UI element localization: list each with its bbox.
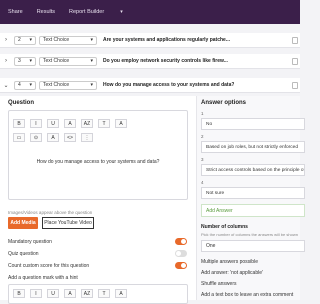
- question-index: 2: [18, 37, 21, 43]
- answer-option-input[interactable]: Not sure: [201, 187, 305, 199]
- question-type: Text Choice: [43, 82, 70, 88]
- bold-button[interactable]: B: [13, 119, 25, 128]
- text-style-button[interactable]: T: [98, 289, 110, 298]
- highlight-button[interactable]: A: [115, 289, 127, 298]
- bold-button[interactable]: B: [13, 289, 25, 298]
- font-size-button[interactable]: AZ: [81, 289, 93, 298]
- row-handle[interactable]: [292, 58, 298, 65]
- answer-options-panel: Answer options 1 No 2 Based on job roles…: [196, 96, 305, 300]
- columns-label: Number of columns: [201, 224, 248, 230]
- columns-hint: Pick the number of columns the answers w…: [201, 232, 298, 237]
- answer-index: 1: [201, 111, 204, 116]
- text-format-button[interactable]: A: [47, 133, 59, 142]
- toggle-knob: [181, 239, 186, 244]
- toggle-knob: [181, 263, 186, 268]
- add-answer-button[interactable]: Add Answer: [201, 204, 305, 217]
- collapse-chevron-icon[interactable]: ⌄: [0, 82, 12, 89]
- question-type-select[interactable]: Text Choice ▾: [39, 35, 97, 45]
- italic-button[interactable]: I: [30, 119, 42, 128]
- question-type: Text Choice: [43, 58, 70, 64]
- hint-editor[interactable]: B I U A AZ T A: [8, 284, 188, 304]
- question-text: Are your systems and applications regula…: [103, 37, 230, 43]
- row-handle[interactable]: [292, 37, 298, 44]
- underline-button[interactable]: U: [47, 289, 59, 298]
- highlight-button[interactable]: A: [115, 119, 127, 128]
- question-section-title: Question: [8, 100, 35, 106]
- chevron-down-icon: ▾: [90, 58, 93, 64]
- question-type-select[interactable]: Text Choice ▾: [39, 80, 97, 90]
- text-style-button[interactable]: T: [98, 119, 110, 128]
- chevron-down-icon: ▾: [29, 37, 32, 43]
- font-color-button[interactable]: A: [64, 119, 76, 128]
- question-index-select[interactable]: 4 ▾: [14, 80, 36, 90]
- chevron-down-icon: ▾: [90, 82, 93, 88]
- question-row[interactable]: › 3 ▾ Text Choice ▾ Do you employ network …: [0, 54, 300, 69]
- answer-option-input[interactable]: No: [201, 118, 305, 130]
- question-body-text: How do you manage access to your systems…: [36, 159, 160, 165]
- columns-select[interactable]: One: [201, 240, 305, 252]
- question-type-select[interactable]: Text Choice ▾: [39, 56, 97, 66]
- hint-label: Add a question mark with a hint: [8, 275, 78, 281]
- question-row-expanded[interactable]: ⌄ 4 ▾ Text Choice ▾ How do you manage acce…: [0, 78, 300, 93]
- chevron-down-icon: ▾: [29, 58, 32, 64]
- nav-results[interactable]: Results: [37, 9, 55, 15]
- question-text: How do you manage access to your systems…: [103, 82, 235, 88]
- add-media-button[interactable]: Add Media: [8, 217, 38, 229]
- quiz-label: Quiz question: [8, 251, 39, 257]
- question-index: 4: [18, 82, 21, 88]
- italic-button[interactable]: I: [30, 289, 42, 298]
- question-text: Do you employ network security controls …: [103, 58, 228, 64]
- answer-index: 4: [201, 180, 204, 185]
- font-color-button[interactable]: A: [64, 289, 76, 298]
- chevron-down-icon: ▾: [90, 37, 93, 43]
- underline-button[interactable]: U: [47, 119, 59, 128]
- editor-toolbar: B I U A AZ T A: [13, 119, 132, 128]
- not-applicable-option[interactable]: Add answer: 'not applicable': [201, 270, 263, 276]
- toggle-knob: [176, 251, 181, 256]
- mandatory-label: Mandatory question: [8, 239, 52, 245]
- question-type: Text Choice: [43, 37, 70, 43]
- top-nav: Share Results Report Builder ▾: [0, 0, 300, 24]
- editor-toolbar-row2: ▭ ⊙ A <> ⋮: [13, 133, 98, 142]
- youtube-video-button[interactable]: Place YouTube Video: [42, 217, 94, 229]
- quiz-toggle[interactable]: [175, 250, 187, 257]
- nav-share[interactable]: Share: [8, 9, 23, 15]
- code-button[interactable]: <>: [64, 133, 76, 142]
- nav-report-builder[interactable]: Report Builder ▾: [69, 9, 137, 15]
- question-index-select[interactable]: 3 ▾: [14, 56, 36, 66]
- answer-index: 3: [201, 157, 204, 162]
- nav-report-builder-label: Report Builder: [69, 9, 105, 15]
- expand-chevron-icon[interactable]: ›: [0, 37, 12, 43]
- answer-options-title: Answer options: [201, 100, 247, 106]
- answer-index: 2: [201, 134, 204, 139]
- media-help-text: Images/Videos appear above the question: [8, 210, 93, 215]
- mandatory-toggle[interactable]: [175, 238, 187, 245]
- more-icon[interactable]: ⋮: [81, 133, 93, 142]
- chevron-down-icon: ▾: [120, 9, 123, 15]
- image-icon[interactable]: ▭: [13, 133, 25, 142]
- custom-score-label: Count custom score for this question: [8, 263, 90, 269]
- answer-option-input[interactable]: Strict access controls based on the prin…: [201, 164, 305, 176]
- custom-score-toggle[interactable]: [175, 262, 187, 269]
- font-size-button[interactable]: AZ: [81, 119, 93, 128]
- question-row[interactable]: › 2 ▾ Text Choice ▾ Are your systems and a…: [0, 33, 300, 48]
- row-handle[interactable]: [292, 82, 298, 89]
- question-index-select[interactable]: 2 ▾: [14, 35, 36, 45]
- extra-comment-option[interactable]: Add a text box to leave an extra comment: [201, 292, 293, 298]
- chevron-down-icon: ▾: [29, 82, 32, 88]
- emoji-icon[interactable]: ⊙: [30, 133, 42, 142]
- question-editor-panel: Question B I U A AZ T A ▭ ⊙ A <> ⋮ How d…: [0, 96, 305, 304]
- multiple-answers-option[interactable]: Multiple answers possible: [201, 259, 258, 265]
- expand-chevron-icon[interactable]: ›: [0, 58, 12, 64]
- shuffle-answers-option[interactable]: Shuffle answers: [201, 281, 236, 287]
- question-index: 3: [18, 58, 21, 64]
- answer-option-input[interactable]: Based on job roles, but not strictly enf…: [201, 141, 305, 153]
- question-editor[interactable]: B I U A AZ T A ▭ ⊙ A <> ⋮ How do you man…: [8, 110, 188, 200]
- hint-toolbar: B I U A AZ T A: [13, 289, 132, 298]
